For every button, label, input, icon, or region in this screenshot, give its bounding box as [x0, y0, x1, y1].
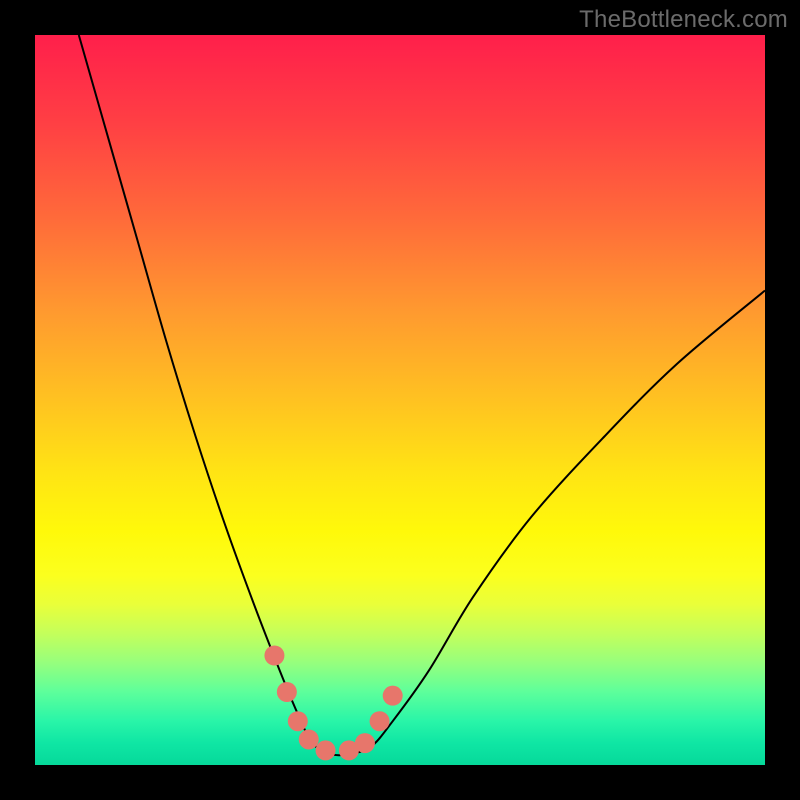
curve-marker — [355, 733, 375, 753]
plot-area — [35, 35, 765, 765]
curve-marker — [316, 740, 336, 760]
curve-marker — [277, 682, 297, 702]
watermark-text: TheBottleneck.com — [579, 6, 788, 34]
chart-frame: TheBottleneck.com — [0, 0, 800, 800]
chart-content — [79, 35, 765, 760]
curve-marker — [299, 729, 319, 749]
curve-marker — [264, 646, 284, 666]
curve-marker — [370, 711, 390, 731]
curve-marker — [288, 711, 308, 731]
curve-marker — [383, 686, 403, 706]
bottleneck-curve — [79, 35, 765, 755]
curve-svg — [35, 35, 765, 765]
